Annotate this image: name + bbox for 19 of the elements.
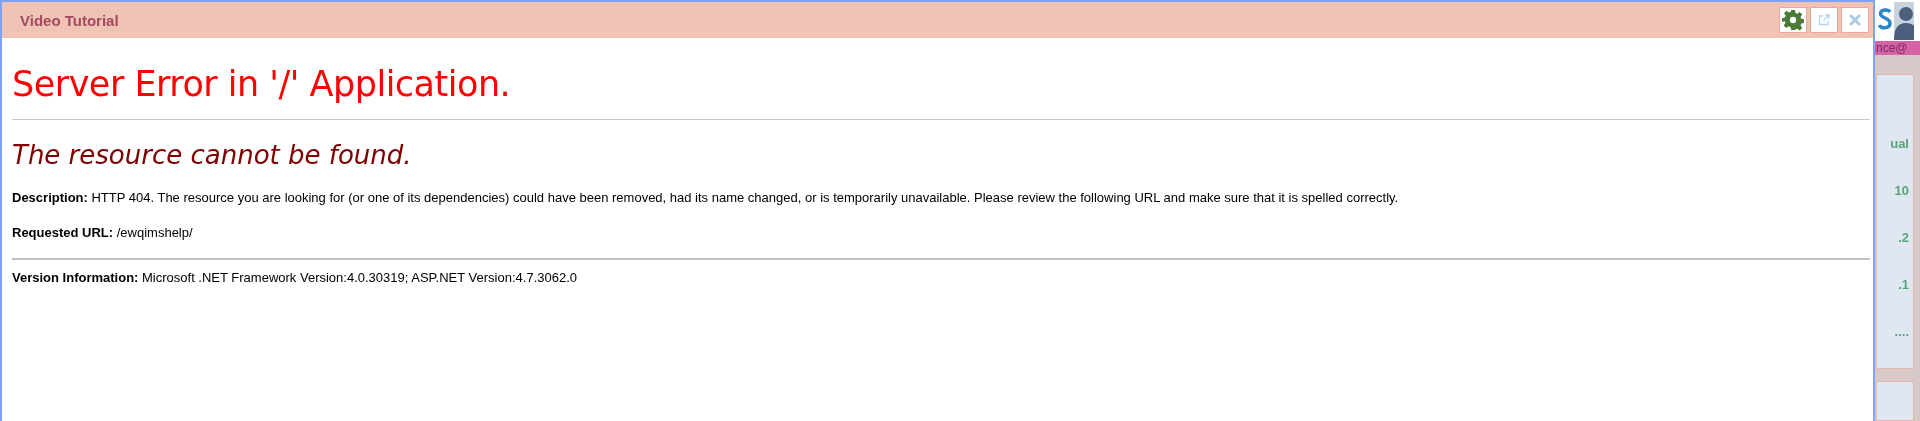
close-button[interactable]	[1841, 7, 1869, 33]
external-link-icon	[1818, 14, 1830, 26]
version-information: Version Information: Microsoft .NET Framework Version:4.0.30319; ASP.NET Version:4.7.3062.0	[12, 270, 579, 285]
settings-button[interactable]	[1779, 7, 1807, 33]
settings-icon	[1782, 9, 1804, 31]
close-icon	[1849, 14, 1861, 26]
list-item: 10	[1894, 182, 1909, 201]
error-subheading: The resource cannot be found.	[12, 140, 413, 170]
avatar-icon	[1894, 2, 1914, 40]
dialog-title: Video Tutorial	[20, 11, 119, 29]
list-item: .2	[1898, 229, 1909, 248]
background-panel	[1876, 381, 1914, 421]
list-item: .1	[1898, 276, 1909, 295]
list-item: ....	[1894, 323, 1909, 342]
requested-url: Requested URL: /ewqimshelp/	[12, 225, 194, 240]
error-heading: Server Error in '/' Application.	[12, 64, 512, 104]
list-item: ual	[1890, 135, 1909, 154]
error-description: Description: HTTP 404. The resource you are looking for (or one of its dependencies) could have been removed, had its name changed, or is temporarily unavailable. Please review the following URL and make sure that it is spelled correctly.	[12, 190, 1400, 205]
banner-text: nce@	[1876, 41, 1908, 56]
